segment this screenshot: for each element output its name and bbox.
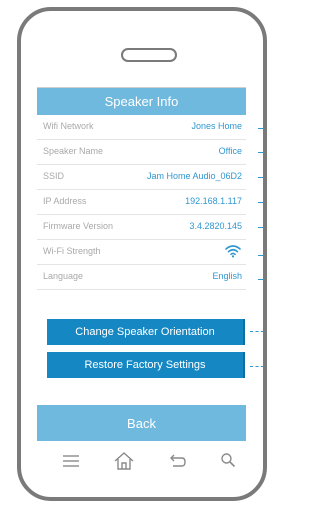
callout-line (258, 177, 263, 178)
callout-line (250, 331, 264, 332)
earpiece-slot (121, 48, 177, 62)
back-arrow-icon[interactable] (168, 453, 186, 469)
restore-factory-settings-button[interactable]: Restore Factory Settings (47, 352, 245, 378)
back-button[interactable]: Back (37, 405, 246, 441)
callout-line (258, 202, 263, 203)
wifi-icon (225, 245, 241, 258)
callout-line (250, 366, 264, 367)
change-speaker-orientation-button[interactable]: Change Speaker Orientation (47, 319, 245, 345)
speaker-info-screen: Speaker Info Wifi Network Jones Home Spe… (37, 87, 246, 441)
callout-line (258, 152, 263, 153)
row-value: Jones Home (191, 121, 242, 131)
home-icon[interactable] (113, 451, 135, 471)
row-label: SSID (43, 171, 65, 181)
row-value: 192.168.1.117 (185, 196, 242, 206)
menu-icon[interactable] (62, 454, 80, 468)
callout-line (258, 279, 263, 280)
row-value: English (212, 271, 242, 281)
row-label: Firmware Version (43, 221, 114, 231)
bottom-nav-bar (37, 448, 246, 478)
row-label: IP Address (43, 196, 87, 206)
info-row-ip-address: IP Address 192.168.1.117 (37, 190, 246, 215)
row-label: Wi-Fi Strength (43, 246, 101, 256)
screen-title: Speaker Info (37, 88, 246, 115)
row-label: Wifi Network (43, 121, 94, 131)
info-row-speaker-name[interactable]: Speaker Name Office (37, 140, 246, 165)
info-row-ssid: SSID Jam Home Audio_06D2 (37, 165, 246, 190)
info-row-firmware-version: Firmware Version 3.4.2820.145 (37, 215, 246, 240)
row-label: Language (43, 271, 84, 281)
info-row-language[interactable]: Language English (37, 265, 246, 290)
search-icon[interactable] (220, 452, 236, 468)
row-value: Jam Home Audio_06D2 (146, 171, 242, 181)
callout-line (258, 128, 263, 129)
info-row-wifi-strength: Wi-Fi Strength (37, 240, 246, 265)
info-row-wifi-network[interactable]: Wifi Network Jones Home (37, 115, 246, 140)
row-value: 3.4.2820.145 (189, 221, 242, 231)
callout-line (258, 227, 263, 228)
row-value: Office (218, 146, 242, 156)
row-label: Speaker Name (43, 146, 104, 156)
callout-line (258, 255, 263, 256)
